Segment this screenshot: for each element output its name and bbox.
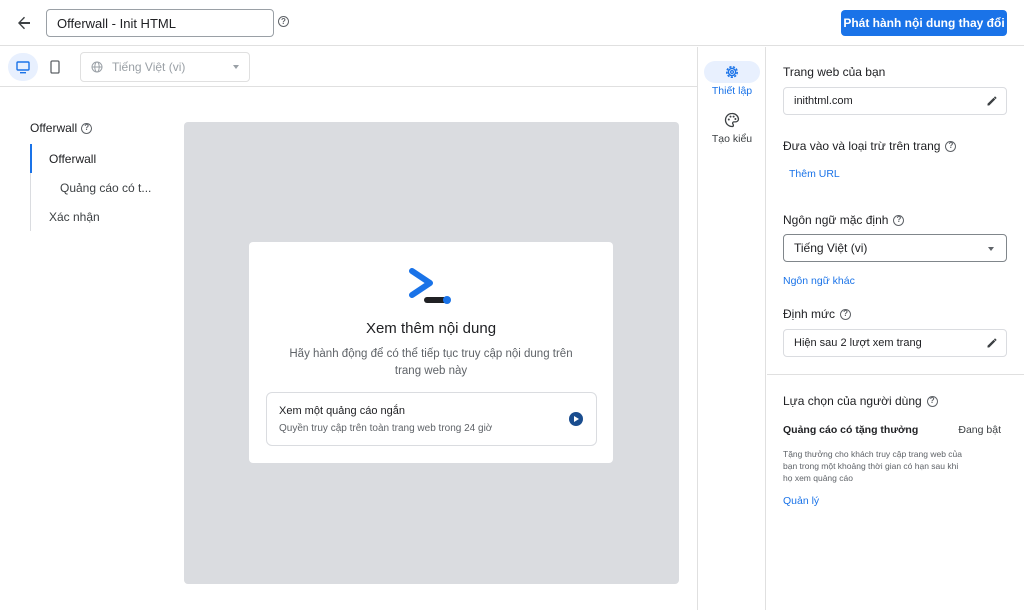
- chevron-down-icon: [988, 247, 994, 251]
- preview-language-value: Tiếng Việt (vi): [112, 60, 186, 74]
- frequency-value: Hiện sau 2 lượt xem trang: [794, 337, 922, 349]
- preview-toolbar: Tiếng Việt (vi): [0, 47, 697, 87]
- nav-title: Offerwall ?: [30, 118, 93, 138]
- preview-language-select[interactable]: Tiếng Việt (vi): [80, 52, 250, 82]
- card-description: Hãy hành động để có thể tiếp tục truy cậ…: [289, 348, 573, 377]
- default-language-value: Tiếng Việt (vi): [794, 241, 868, 255]
- offerwall-nav: Offerwall ? Offerwall Quảng cáo có t... …: [30, 118, 151, 231]
- add-url-link[interactable]: Thêm URL: [789, 168, 840, 180]
- frequency-field[interactable]: Hiện sau 2 lượt xem trang: [783, 329, 1007, 357]
- nav-item-rewarded-ads[interactable]: Quảng cáo có t...: [31, 173, 180, 202]
- play-icon: [569, 412, 583, 426]
- other-language-link[interactable]: Ngôn ngữ khác: [783, 275, 855, 287]
- rewarded-ads-status: Đang bật: [958, 424, 1001, 436]
- user-choice-label: Lựa chọn của người dùng ?: [783, 394, 938, 408]
- chevron-down-icon: [233, 65, 239, 69]
- help-icon[interactable]: ?: [840, 308, 852, 320]
- nav-tree: Offerwall Quảng cáo có t... Xác nhận: [30, 144, 180, 231]
- rail-settings-label: Thiết lập: [711, 85, 753, 97]
- pencil-icon[interactable]: [986, 95, 998, 107]
- option-title: Xem một quảng cáo ngắn: [279, 405, 405, 417]
- help-icon[interactable]: ?: [81, 122, 93, 134]
- top-bar: ? Phát hành nội dung thay đổi: [0, 0, 1024, 46]
- default-language-label: Ngôn ngữ mặc định ?: [783, 213, 905, 227]
- offerwall-card: Xem thêm nội dung Hãy hành động để có th…: [249, 242, 613, 463]
- rail-style-button[interactable]: Tạo kiểu: [698, 109, 766, 145]
- rewarded-ads-description: Tặng thưởng cho khách truy cập trang web…: [783, 449, 963, 483]
- nav-item-offerwall[interactable]: Offerwall: [30, 144, 180, 173]
- preview-stage: Xem thêm nội dung Hãy hành động để có th…: [184, 122, 679, 584]
- help-icon[interactable]: ?: [893, 214, 905, 226]
- option-subtitle: Quyền truy cập trên toàn trang web trong…: [279, 423, 493, 434]
- include-exclude-label: Đưa vào và loại trừ trên trang ?: [783, 139, 957, 153]
- default-language-text: Ngôn ngữ mặc định: [783, 213, 889, 227]
- rewarded-ads-title: Quảng cáo có tặng thưởng: [783, 424, 919, 436]
- mobile-icon: [50, 60, 60, 74]
- rail-settings-button[interactable]: Thiết lập: [698, 61, 766, 97]
- site-logo-icon: [409, 268, 451, 304]
- help-icon[interactable]: ?: [278, 16, 289, 27]
- site-value: inithtml.com: [794, 95, 853, 107]
- help-icon[interactable]: ?: [926, 395, 938, 407]
- desktop-icon: [16, 60, 30, 73]
- nav-title-label: Offerwall: [30, 121, 78, 135]
- site-label: Trang web của bạn: [783, 65, 885, 79]
- rail-style-label: Tạo kiểu: [711, 133, 753, 145]
- frequency-text: Định mức: [783, 307, 836, 321]
- watch-ad-option[interactable]: Xem một quảng cáo ngắn Quyền truy cập tr…: [266, 392, 597, 446]
- include-exclude-text: Đưa vào và loại trừ trên trang: [783, 139, 941, 153]
- frequency-label: Định mức ?: [783, 307, 852, 321]
- panel-divider: [767, 374, 1024, 375]
- gear-icon: [726, 66, 738, 78]
- mobile-preview-button[interactable]: [42, 53, 68, 81]
- publish-button[interactable]: Phát hành nội dung thay đổi: [841, 10, 1007, 36]
- nav-item-confirmation[interactable]: Xác nhận: [31, 202, 180, 231]
- globe-icon: [91, 61, 103, 73]
- default-language-select[interactable]: Tiếng Việt (vi): [783, 234, 1007, 262]
- help-icon[interactable]: ?: [945, 140, 957, 152]
- palette-icon: [724, 112, 740, 128]
- card-title: Xem thêm nội dung: [365, 320, 497, 337]
- settings-panel: Trang web của bạn inithtml.com Đưa vào v…: [767, 47, 1024, 610]
- side-rail: Thiết lập Tạo kiểu: [697, 47, 766, 610]
- desktop-preview-button[interactable]: [8, 53, 38, 81]
- back-arrow-icon[interactable]: [12, 11, 36, 35]
- user-choice-text: Lựa chọn của người dùng: [783, 394, 922, 408]
- site-label-text: Trang web của bạn: [783, 65, 886, 79]
- pencil-icon[interactable]: [986, 337, 998, 349]
- offerwall-name-input[interactable]: [46, 9, 274, 37]
- manage-link[interactable]: Quản lý: [783, 495, 819, 507]
- site-field[interactable]: inithtml.com: [783, 87, 1007, 115]
